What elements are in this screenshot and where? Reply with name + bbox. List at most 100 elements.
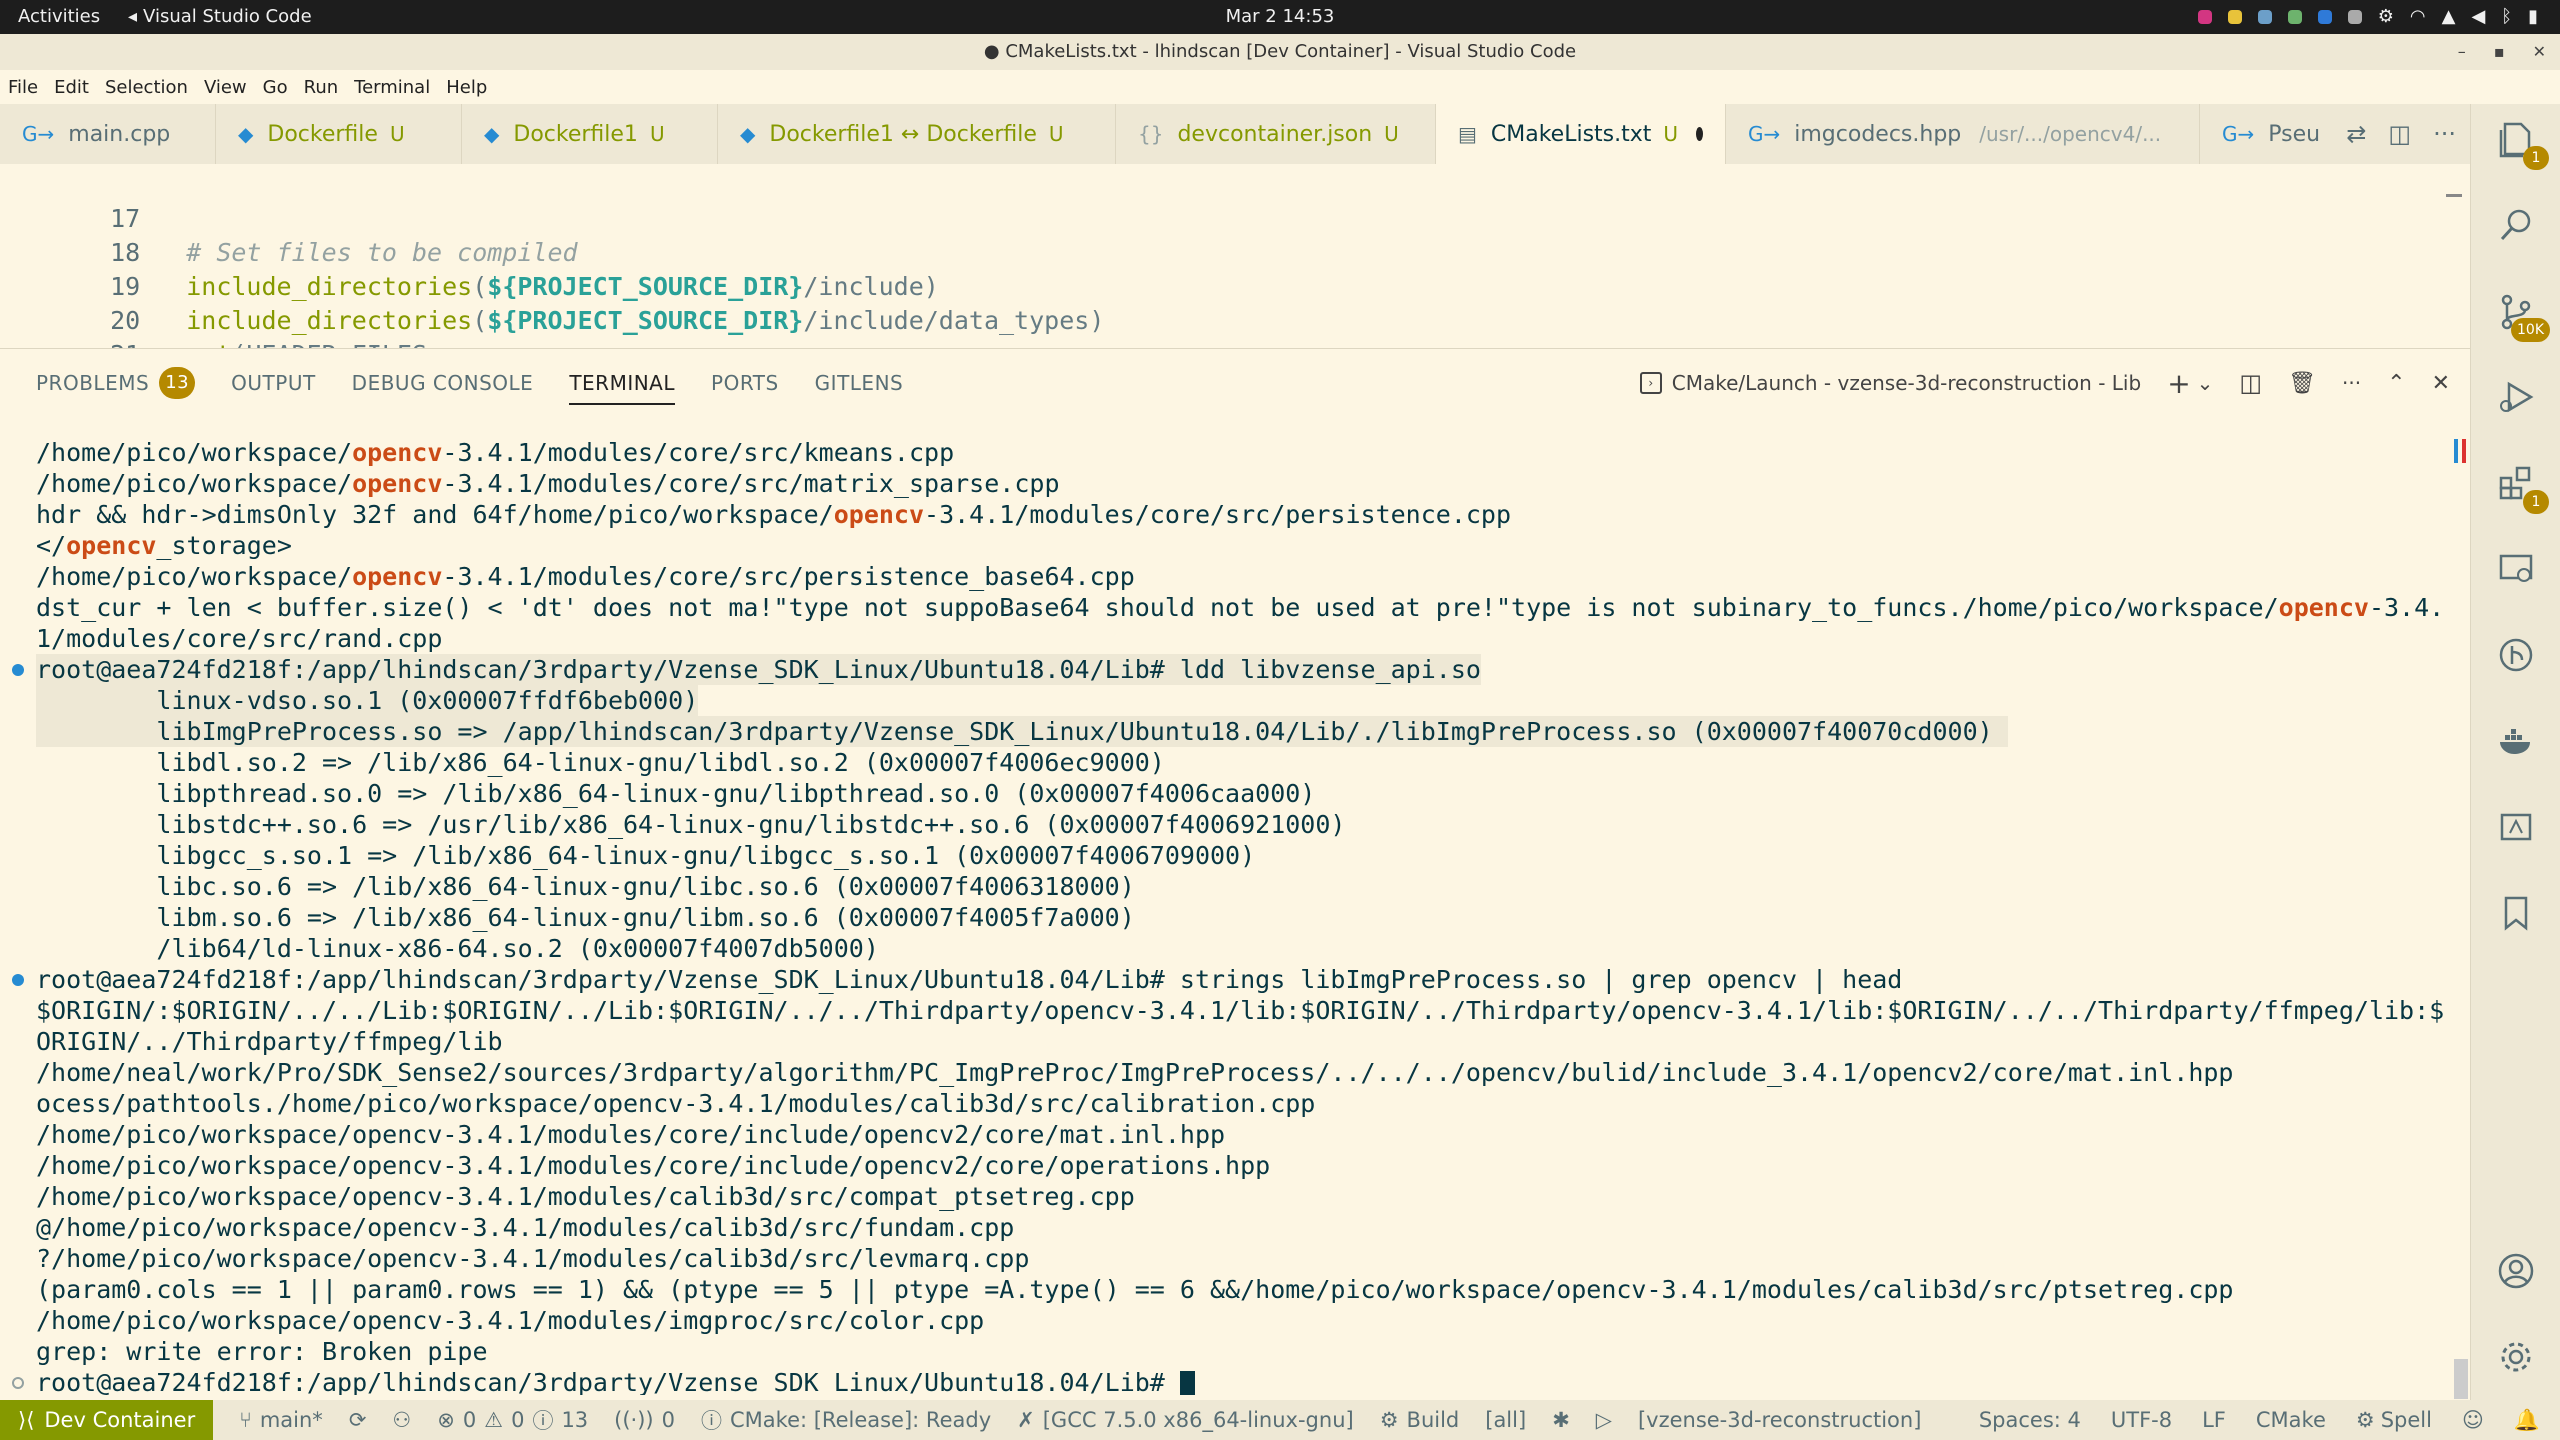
maximize-panel-icon[interactable]: ⌃ xyxy=(2387,371,2405,396)
tab-imgcodecs-hpp[interactable]: G→ imgcodecs.hpp /usr/.../opencv4/... xyxy=(1726,104,2200,164)
app-menu[interactable]: ◂ Visual Studio Code xyxy=(128,6,312,27)
line-ending[interactable]: LF xyxy=(2202,1408,2226,1432)
settings-gear-icon[interactable]: ⚙ xyxy=(2378,6,2394,27)
activity-bar: 1 10K 1 xyxy=(2470,104,2560,1400)
language-mode[interactable]: CMake xyxy=(2256,1408,2326,1432)
menu-go[interactable]: Go xyxy=(255,77,296,98)
untracked-indicator: U xyxy=(1384,122,1399,146)
split-terminal-icon[interactable]: ◫ xyxy=(2239,369,2262,397)
cmake-target[interactable]: [all] xyxy=(1485,1408,1526,1432)
tab-ports[interactable]: PORTS xyxy=(711,349,779,417)
cmake-status[interactable]: ⓘ CMake: [Release]: Ready xyxy=(701,1405,991,1435)
info-icon: ⓘ xyxy=(532,1409,554,1433)
menu-selection[interactable]: Selection xyxy=(97,77,196,98)
terminal-scrollbar[interactable] xyxy=(2454,1359,2468,1399)
command-idle-marker[interactable] xyxy=(12,1377,24,1389)
account-icon[interactable] xyxy=(2497,1252,2535,1290)
sync-icon[interactable]: ⟳ xyxy=(349,1408,367,1432)
code-editor[interactable]: 17 18 # Set files to be compiled 19 includ… xyxy=(0,164,2470,348)
info-icon: ⓘ xyxy=(701,1409,722,1433)
tray-app-icon[interactable] xyxy=(2197,9,2212,24)
menu-terminal[interactable]: Terminal xyxy=(346,77,438,98)
terminal-line: /home/pico/workspace/opencv-3.4.1/module… xyxy=(36,469,1060,498)
tab-debug-console[interactable]: DEBUG CONSOLE xyxy=(352,349,534,417)
search-icon[interactable] xyxy=(2497,206,2535,244)
menu-file[interactable]: File xyxy=(0,77,46,98)
tab-gitlens[interactable]: GITLENS xyxy=(815,349,904,417)
bookmarks-icon[interactable] xyxy=(2497,894,2535,932)
menu-help[interactable]: Help xyxy=(438,77,495,98)
spell-checker[interactable]: ⚙ Spell xyxy=(2356,1408,2432,1432)
cmake-project[interactable]: [vzense-3d-reconstruction] xyxy=(1638,1408,1921,1432)
close-window-button[interactable]: ✕ xyxy=(2533,34,2546,70)
minimap-slider[interactable] xyxy=(2446,194,2462,197)
cmake-kit[interactable]: ✗ [GCC 7.5.0 x86_64-linux-gnu] xyxy=(1017,1408,1354,1432)
command-success-marker[interactable] xyxy=(12,664,24,676)
notifications-bell-icon[interactable]: 🔔 xyxy=(2514,1408,2540,1433)
gitlens-icon[interactable] xyxy=(2497,636,2535,674)
terminal-dropdown-icon[interactable]: ⌄ xyxy=(2197,371,2214,395)
wifi-icon[interactable]: ◠ xyxy=(2410,6,2426,27)
test-explorer-icon[interactable] xyxy=(2497,808,2535,846)
compare-changes-icon[interactable]: ⇄ xyxy=(2346,120,2366,148)
minimize-button[interactable]: – xyxy=(2458,34,2466,70)
forwarded-ports[interactable]: ((·)) 0 xyxy=(614,1408,675,1432)
docker-icon[interactable] xyxy=(2497,722,2535,760)
command-success-marker[interactable] xyxy=(12,974,24,986)
tab-problems[interactable]: PROBLEMS 13 xyxy=(36,349,196,417)
encoding[interactable]: UTF-8 xyxy=(2111,1408,2172,1432)
cmake-build-button[interactable]: ⚙ Build xyxy=(1380,1408,1460,1432)
trash-icon[interactable]: 🗑 xyxy=(2288,371,2316,396)
split-editor-icon[interactable]: ◫ xyxy=(2388,120,2411,148)
tab-devcontainer-json[interactable]: {} devcontainer.json U xyxy=(1116,104,1436,164)
volume-icon[interactable]: ◀ xyxy=(2471,6,2485,27)
remote-indicator[interactable]: ⟩⟨ Dev Container xyxy=(0,1400,214,1440)
tab-terminal[interactable]: TERMINAL xyxy=(569,349,675,417)
system-top-bar: Activities ◂ Visual Studio Code Mar 2 14:… xyxy=(0,0,2560,34)
tab-output[interactable]: OUTPUT xyxy=(231,349,316,417)
feedback-icon[interactable]: ☺ xyxy=(2462,1408,2484,1432)
tray-app-icon[interactable] xyxy=(2347,9,2362,24)
menu-view[interactable]: View xyxy=(196,77,255,98)
tab-dockerfile-diff[interactable]: ◆ Dockerfile1 ↔ Dockerfile U xyxy=(718,104,1116,164)
extensions-badge: 1 xyxy=(2523,490,2549,514)
tab-cmakelists[interactable]: ▤ CMakeLists.txt U xyxy=(1436,104,1726,164)
terminal-icon: › xyxy=(1639,372,1662,394)
close-panel-icon[interactable]: ✕ xyxy=(2432,371,2450,396)
bluetooth-icon[interactable]: ᛒ xyxy=(2501,6,2512,27)
git-graph-icon[interactable]: ⚇ xyxy=(392,1408,411,1432)
tray-shield-icon[interactable] xyxy=(2287,9,2302,24)
menu-run[interactable]: Run xyxy=(296,77,347,98)
tab-dockerfile[interactable]: ◆ Dockerfile U xyxy=(216,104,462,164)
run-play-icon[interactable]: ▷ xyxy=(1596,1408,1612,1432)
problems-summary[interactable]: ⊗ 0 ⚠ 0 ⓘ 13 xyxy=(437,1405,588,1435)
new-terminal-icon[interactable]: + xyxy=(2167,367,2190,400)
tray-app-icon[interactable] xyxy=(2317,9,2332,24)
terminal-line: libstdc++.so.6 => /usr/lib/x86_64-linux-… xyxy=(36,810,1346,839)
tray-app-icon[interactable] xyxy=(2257,9,2272,24)
terminal-output[interactable]: /home/pico/workspace/opencv-3.4.1/module… xyxy=(0,435,2470,1395)
manage-gear-icon[interactable] xyxy=(2497,1338,2535,1376)
activities-button[interactable]: Activities xyxy=(18,6,100,27)
git-branch[interactable]: ⑂ main* xyxy=(239,1408,323,1432)
remote-explorer-icon[interactable] xyxy=(2497,550,2535,588)
terminal-selector[interactable]: › CMake/Launch - vzense-3d-reconstructio… xyxy=(1639,371,2141,395)
untracked-indicator: U xyxy=(1048,122,1064,146)
json-file-icon: {} xyxy=(1138,122,1164,146)
menu-edit[interactable]: Edit xyxy=(46,77,97,98)
battery-icon[interactable]: ▮ xyxy=(2528,6,2538,27)
more-actions-icon[interactable]: ··· xyxy=(2342,371,2361,395)
terminal-line: /home/pico/workspace/opencv-3.4.1/module… xyxy=(36,562,1135,591)
debug-bug-icon[interactable]: ✱ xyxy=(1552,1408,1570,1432)
tray-notes-icon[interactable] xyxy=(2227,9,2242,24)
indentation[interactable]: Spaces: 4 xyxy=(1979,1408,2081,1432)
tab-dockerfile1[interactable]: ◆ Dockerfile1 U xyxy=(462,104,718,164)
run-debug-icon[interactable] xyxy=(2497,378,2535,416)
more-actions-icon[interactable]: ··· xyxy=(2433,120,2456,148)
tab-main-cpp[interactable]: G→ main.cpp xyxy=(0,104,216,164)
network-icon[interactable]: ▲ xyxy=(2442,6,2456,27)
unsaved-dot-icon[interactable] xyxy=(1696,127,1703,141)
warning-icon: ⚠ xyxy=(484,1408,504,1432)
maximize-button[interactable]: ▪ xyxy=(2494,34,2505,70)
system-tray[interactable]: ⚙ ◠ ▲ ◀ ᛒ ▮ xyxy=(2197,6,2538,27)
